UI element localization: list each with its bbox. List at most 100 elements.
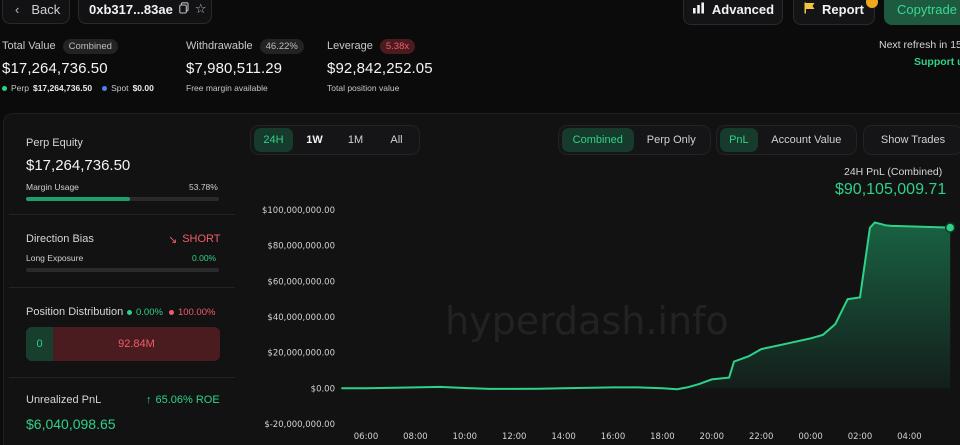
y-tick-label: $20,000,000.00 — [267, 349, 335, 359]
timeframe-1w[interactable]: 1W — [295, 128, 334, 152]
long-pct: 0.00% — [136, 307, 163, 318]
long-exposure-value: 0.00% — [192, 253, 217, 263]
spot-label: Spot — [111, 83, 129, 93]
margin-usage-value: 53.78% — [189, 182, 218, 192]
report-label: Report — [822, 2, 864, 17]
pnl-last-point[interactable] — [944, 222, 955, 233]
x-tick-label: 10:00 — [453, 432, 478, 442]
direction-bias-label: Direction Bias — [26, 233, 94, 245]
spot-value: $0.00 — [132, 83, 154, 93]
roe-value: 65.06% ROE — [155, 394, 220, 406]
perp-equity-label: Perp Equity — [26, 137, 83, 149]
leverage-badge: 5.38x — [379, 38, 416, 54]
unrealized-pnl-value: $6,040,098.65 — [26, 416, 116, 432]
copy-icon[interactable] — [179, 1, 189, 17]
leverage-sub: Total position value — [327, 83, 400, 93]
withdrawable-label: Withdrawable — [186, 40, 253, 52]
scope-combined[interactable]: Combined — [562, 128, 634, 152]
perp-equity-value: $17,264,736.50 — [26, 157, 131, 174]
chevron-left-icon: ‹ — [15, 1, 20, 17]
x-tick-label: 18:00 — [650, 432, 675, 442]
direction-bias-value: SHORT — [182, 233, 221, 245]
perp-value: $17,264,736.50 — [32, 83, 93, 93]
margin-usage-label: Margin Usage — [26, 182, 79, 192]
unrealized-pnl-label: Unrealized PnL — [26, 394, 102, 406]
copytrade-button[interactable]: Copytrade — [884, 0, 960, 25]
long-dot-icon — [127, 310, 132, 315]
metric-pnl[interactable]: PnL — [720, 128, 758, 152]
withdrawable-stat: Withdrawable 46.22% $7,980,511.29 Free m… — [186, 38, 304, 93]
total-value: $17,264,736.50 — [2, 60, 108, 77]
report-button[interactable]: Report — [793, 0, 875, 25]
combined-badge: Combined — [62, 38, 118, 54]
back-label: Back — [31, 1, 61, 17]
metric-account-value[interactable]: Account Value — [760, 128, 853, 152]
x-tick-label: 14:00 — [551, 432, 576, 442]
bar-chart-icon — [692, 2, 705, 17]
scope-perp-only[interactable]: Perp Only — [636, 128, 708, 152]
timeframe-selector: 24H 1W 1M All — [250, 125, 420, 155]
margin-usage-fill — [26, 197, 130, 201]
timeframe-all[interactable]: All — [377, 128, 416, 152]
back-button[interactable]: ‹ Back — [2, 0, 70, 24]
x-tick-label: 16:00 — [601, 432, 626, 442]
advanced-button[interactable]: Advanced — [683, 0, 783, 25]
x-tick-label: 06:00 — [354, 432, 379, 442]
top-bar: ‹ Back 0xb317...83ae ☆ Advanced Report C… — [0, 0, 960, 30]
x-tick-label: 22:00 — [749, 432, 774, 442]
leverage-stat: Leverage 5.38x $92,842,252.05 Total posi… — [327, 38, 433, 93]
trend-down-icon: ↘ — [168, 234, 178, 246]
pnl-summary-title: 24H PnL (Combined) — [844, 166, 943, 178]
withdrawable-badge: 46.22% — [259, 38, 304, 54]
short-pct: 100.00% — [177, 307, 216, 318]
distribution-legend: 0.00% 100.00% — [127, 307, 215, 318]
spot-dot-icon — [102, 85, 108, 91]
long-exposure-bar — [26, 268, 219, 272]
y-tick-label: $80,000,000.00 — [267, 242, 335, 252]
advanced-label: Advanced — [711, 2, 775, 17]
divider — [9, 377, 235, 378]
support-link[interactable]: Support u — [914, 56, 960, 68]
notification-dot — [866, 0, 878, 8]
wallet-address-pill: 0xb317...83ae ☆ — [78, 0, 212, 24]
long-amount: 0 — [26, 327, 53, 361]
x-tick-label: 12:00 — [502, 432, 527, 442]
y-tick-label: $-20,000,000.00 — [264, 420, 335, 430]
y-tick-label: $40,000,000.00 — [267, 313, 335, 323]
timeframe-24h[interactable]: 24H — [254, 128, 293, 152]
short-amount: 92.84M — [118, 338, 155, 350]
y-tick-label: $0.00 — [311, 384, 335, 394]
perp-dot-icon — [2, 85, 7, 91]
divider — [9, 214, 235, 215]
position-distribution-bar: 0 92.84M — [26, 327, 220, 361]
copytrade-label: Copytrade — [897, 2, 957, 17]
margin-usage-bar — [26, 197, 219, 201]
short-dot-icon — [168, 310, 174, 315]
position-value: $92,842,252.05 — [327, 60, 433, 77]
direction-bias: ↘ SHORT — [168, 233, 221, 246]
scope-selector: Combined Perp Only — [558, 125, 711, 155]
metric-selector: PnL Account Value — [716, 125, 857, 155]
leverage-label: Leverage — [327, 40, 373, 52]
x-tick-label: 20:00 — [700, 432, 725, 442]
flag-icon — [804, 2, 815, 17]
show-trades-toggle: Show Trades — [863, 125, 960, 155]
total-value-label: Total Value — [2, 40, 56, 52]
show-trades-button[interactable]: Show Trades — [867, 128, 959, 152]
roe: ↑ 65.06% ROE — [146, 394, 220, 406]
x-tick-label: 04:00 — [897, 432, 922, 442]
star-icon[interactable]: ☆ — [195, 1, 207, 17]
pnl-chart: hyperdash.info $100,000,000.00 $80,000,00… — [262, 206, 955, 442]
y-tick-label: $60,000,000.00 — [267, 277, 335, 287]
arrow-up-icon: ↑ — [146, 394, 152, 406]
timeframe-1m[interactable]: 1M — [336, 128, 375, 152]
withdrawable-value: $7,980,511.29 — [186, 60, 283, 77]
total-value-stat: Total Value Combined $17,264,736.50 Perp… — [2, 38, 160, 93]
long-exposure-label: Long Exposure — [26, 253, 84, 263]
x-tick-label: 02:00 — [848, 432, 873, 442]
watermark: hyperdash.info — [445, 299, 729, 343]
x-tick-label: 00:00 — [798, 432, 823, 442]
refresh-countdown: Next refresh in 15 — [879, 39, 960, 51]
withdrawable-sub: Free margin available — [186, 83, 268, 93]
divider — [9, 287, 235, 288]
